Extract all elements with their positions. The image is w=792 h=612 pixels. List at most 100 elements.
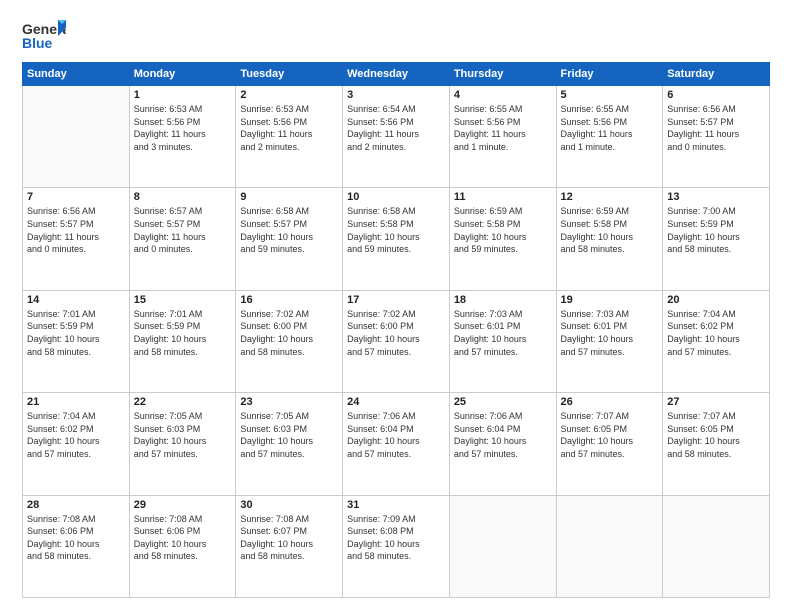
day-info: Sunrise: 7:05 AM Sunset: 6:03 PM Dayligh… bbox=[134, 410, 232, 460]
day-info: Sunrise: 6:53 AM Sunset: 5:56 PM Dayligh… bbox=[240, 103, 338, 153]
day-info: Sunrise: 6:54 AM Sunset: 5:56 PM Dayligh… bbox=[347, 103, 445, 153]
header: General Blue bbox=[22, 18, 770, 54]
calendar-cell: 27 Sunrise: 7:07 AM Sunset: 6:05 PM Dayli… bbox=[663, 393, 770, 495]
calendar-cell: 24 Sunrise: 7:06 AM Sunset: 6:04 PM Dayli… bbox=[343, 393, 450, 495]
day-info: Sunrise: 7:00 AM Sunset: 5:59 PM Dayligh… bbox=[667, 205, 765, 255]
day-number: 2 bbox=[240, 89, 338, 101]
calendar-cell: 29 Sunrise: 7:08 AM Sunset: 6:06 PM Dayli… bbox=[129, 495, 236, 597]
calendar-cell: 19 Sunrise: 7:03 AM Sunset: 6:01 PM Dayli… bbox=[556, 290, 663, 392]
day-number: 8 bbox=[134, 191, 232, 203]
svg-text:Blue: Blue bbox=[22, 35, 53, 51]
calendar-cell: 5 Sunrise: 6:55 AM Sunset: 5:56 PM Daylig… bbox=[556, 86, 663, 188]
day-info: Sunrise: 6:53 AM Sunset: 5:56 PM Dayligh… bbox=[134, 103, 232, 153]
calendar-cell bbox=[663, 495, 770, 597]
calendar-cell: 23Sunrise: 7:05 AM Sunset: 6:03 PM Dayli… bbox=[236, 393, 343, 495]
day-info: Sunrise: 6:57 AM Sunset: 5:57 PM Dayligh… bbox=[134, 205, 232, 255]
calendar-cell bbox=[449, 495, 556, 597]
day-number: 13 bbox=[667, 191, 765, 203]
day-info: Sunrise: 7:07 AM Sunset: 6:05 PM Dayligh… bbox=[667, 410, 765, 460]
day-info: Sunrise: 7:05 AM Sunset: 6:03 PM Dayligh… bbox=[240, 410, 338, 460]
day-info: Sunrise: 6:55 AM Sunset: 5:56 PM Dayligh… bbox=[561, 103, 659, 153]
weekday-header: Tuesday bbox=[236, 63, 343, 86]
day-info: Sunrise: 7:03 AM Sunset: 6:01 PM Dayligh… bbox=[561, 308, 659, 358]
calendar-cell: 17 Sunrise: 7:02 AM Sunset: 6:00 PM Dayli… bbox=[343, 290, 450, 392]
day-info: Sunrise: 6:56 AM Sunset: 5:57 PM Dayligh… bbox=[27, 205, 125, 255]
day-number: 4 bbox=[454, 89, 552, 101]
day-info: Sunrise: 6:55 AM Sunset: 5:56 PM Dayligh… bbox=[454, 103, 552, 153]
day-info: Sunrise: 7:09 AM Sunset: 6:08 PM Dayligh… bbox=[347, 513, 445, 563]
calendar-cell: 31 Sunrise: 7:09 AM Sunset: 6:08 PM Dayli… bbox=[343, 495, 450, 597]
calendar-body: 1 Sunrise: 6:53 AM Sunset: 5:56 PM Daylig… bbox=[23, 86, 770, 598]
calendar-cell: 1 Sunrise: 6:53 AM Sunset: 5:56 PM Daylig… bbox=[129, 86, 236, 188]
day-number: 7 bbox=[27, 191, 125, 203]
day-number: 3 bbox=[347, 89, 445, 101]
calendar-week: 21Sunrise: 7:04 AM Sunset: 6:02 PM Dayli… bbox=[23, 393, 770, 495]
calendar: SundayMondayTuesdayWednesdayThursdayFrid… bbox=[22, 62, 770, 598]
weekday-header: Sunday bbox=[23, 63, 130, 86]
calendar-cell: 9Sunrise: 6:58 AM Sunset: 5:57 PM Daylig… bbox=[236, 188, 343, 290]
day-number: 20 bbox=[667, 294, 765, 306]
calendar-cell: 16Sunrise: 7:02 AM Sunset: 6:00 PM Dayli… bbox=[236, 290, 343, 392]
day-number: 26 bbox=[561, 396, 659, 408]
day-info: Sunrise: 7:08 AM Sunset: 6:07 PM Dayligh… bbox=[240, 513, 338, 563]
calendar-week: 1 Sunrise: 6:53 AM Sunset: 5:56 PM Daylig… bbox=[23, 86, 770, 188]
day-info: Sunrise: 7:03 AM Sunset: 6:01 PM Dayligh… bbox=[454, 308, 552, 358]
day-number: 17 bbox=[347, 294, 445, 306]
calendar-cell: 20 Sunrise: 7:04 AM Sunset: 6:02 PM Dayli… bbox=[663, 290, 770, 392]
day-info: Sunrise: 6:59 AM Sunset: 5:58 PM Dayligh… bbox=[561, 205, 659, 255]
day-number: 31 bbox=[347, 499, 445, 511]
day-number: 16 bbox=[240, 294, 338, 306]
calendar-cell: 21Sunrise: 7:04 AM Sunset: 6:02 PM Dayli… bbox=[23, 393, 130, 495]
calendar-cell: 14Sunrise: 7:01 AM Sunset: 5:59 PM Dayli… bbox=[23, 290, 130, 392]
day-info: Sunrise: 7:02 AM Sunset: 6:00 PM Dayligh… bbox=[347, 308, 445, 358]
calendar-cell bbox=[23, 86, 130, 188]
day-number: 11 bbox=[454, 191, 552, 203]
weekday-header: Thursday bbox=[449, 63, 556, 86]
day-info: Sunrise: 6:56 AM Sunset: 5:57 PM Dayligh… bbox=[667, 103, 765, 153]
weekday-header: Saturday bbox=[663, 63, 770, 86]
day-info: Sunrise: 7:06 AM Sunset: 6:04 PM Dayligh… bbox=[454, 410, 552, 460]
day-number: 5 bbox=[561, 89, 659, 101]
calendar-cell: 8 Sunrise: 6:57 AM Sunset: 5:57 PM Daylig… bbox=[129, 188, 236, 290]
calendar-cell: 11 Sunrise: 6:59 AM Sunset: 5:58 PM Dayli… bbox=[449, 188, 556, 290]
calendar-cell: 2 Sunrise: 6:53 AM Sunset: 5:56 PM Daylig… bbox=[236, 86, 343, 188]
calendar-cell: 22 Sunrise: 7:05 AM Sunset: 6:03 PM Dayli… bbox=[129, 393, 236, 495]
day-number: 12 bbox=[561, 191, 659, 203]
day-number: 24 bbox=[347, 396, 445, 408]
day-info: Sunrise: 7:04 AM Sunset: 6:02 PM Dayligh… bbox=[667, 308, 765, 358]
weekday-header: Wednesday bbox=[343, 63, 450, 86]
day-info: Sunrise: 7:07 AM Sunset: 6:05 PM Dayligh… bbox=[561, 410, 659, 460]
day-number: 25 bbox=[454, 396, 552, 408]
day-info: Sunrise: 7:08 AM Sunset: 6:06 PM Dayligh… bbox=[134, 513, 232, 563]
day-number: 30 bbox=[240, 499, 338, 511]
day-number: 1 bbox=[134, 89, 232, 101]
day-info: Sunrise: 6:59 AM Sunset: 5:58 PM Dayligh… bbox=[454, 205, 552, 255]
calendar-cell: 25 Sunrise: 7:06 AM Sunset: 6:04 PM Dayli… bbox=[449, 393, 556, 495]
day-info: Sunrise: 6:58 AM Sunset: 5:58 PM Dayligh… bbox=[347, 205, 445, 255]
calendar-cell: 26 Sunrise: 7:07 AM Sunset: 6:05 PM Dayli… bbox=[556, 393, 663, 495]
calendar-cell: 18Sunrise: 7:03 AM Sunset: 6:01 PM Dayli… bbox=[449, 290, 556, 392]
calendar-cell: 7 Sunrise: 6:56 AM Sunset: 5:57 PM Daylig… bbox=[23, 188, 130, 290]
calendar-cell: 12 Sunrise: 6:59 AM Sunset: 5:58 PM Dayli… bbox=[556, 188, 663, 290]
day-info: Sunrise: 7:01 AM Sunset: 5:59 PM Dayligh… bbox=[134, 308, 232, 358]
day-number: 22 bbox=[134, 396, 232, 408]
day-number: 27 bbox=[667, 396, 765, 408]
day-number: 10 bbox=[347, 191, 445, 203]
calendar-week: 28 Sunrise: 7:08 AM Sunset: 6:06 PM Dayli… bbox=[23, 495, 770, 597]
calendar-cell: 4 Sunrise: 6:55 AM Sunset: 5:56 PM Daylig… bbox=[449, 86, 556, 188]
logo-icon: General Blue bbox=[22, 18, 66, 54]
day-number: 28 bbox=[27, 499, 125, 511]
calendar-cell bbox=[556, 495, 663, 597]
calendar-cell: 13 Sunrise: 7:00 AM Sunset: 5:59 PM Dayli… bbox=[663, 188, 770, 290]
day-info: Sunrise: 7:08 AM Sunset: 6:06 PM Dayligh… bbox=[27, 513, 125, 563]
calendar-cell: 30 Sunrise: 7:08 AM Sunset: 6:07 PM Dayli… bbox=[236, 495, 343, 597]
day-number: 19 bbox=[561, 294, 659, 306]
calendar-cell: 28 Sunrise: 7:08 AM Sunset: 6:06 PM Dayli… bbox=[23, 495, 130, 597]
day-number: 6 bbox=[667, 89, 765, 101]
calendar-cell: 3 Sunrise: 6:54 AM Sunset: 5:56 PM Daylig… bbox=[343, 86, 450, 188]
day-number: 9 bbox=[240, 191, 338, 203]
day-number: 29 bbox=[134, 499, 232, 511]
day-info: Sunrise: 7:06 AM Sunset: 6:04 PM Dayligh… bbox=[347, 410, 445, 460]
calendar-header: SundayMondayTuesdayWednesdayThursdayFrid… bbox=[23, 63, 770, 86]
day-number: 15 bbox=[134, 294, 232, 306]
